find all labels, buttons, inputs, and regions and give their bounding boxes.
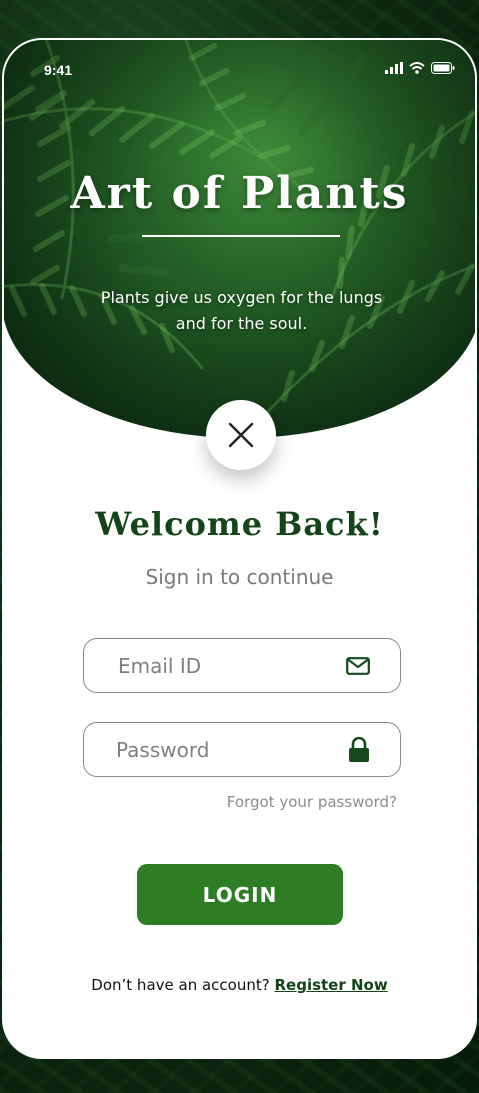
email-field — [83, 638, 401, 693]
close-icon — [228, 422, 254, 448]
signal-icon — [385, 62, 403, 74]
hero-banner — [4, 40, 475, 438]
mail-icon — [346, 656, 370, 675]
password-field — [83, 722, 401, 777]
status-bar: 9:41 — [4, 40, 475, 96]
phone-screen: 9:41 Art of Plants Plants give us oxygen… — [2, 38, 477, 1059]
app-title: Art of Plants — [70, 168, 409, 219]
welcome-subtitle: Sign in to continue — [145, 565, 334, 589]
close-button[interactable] — [206, 400, 276, 470]
hero-vignette — [4, 40, 475, 438]
hero-tagline: Plants give us oxygen for the lungs and … — [100, 288, 383, 333]
battery-icon — [431, 62, 455, 74]
welcome-heading: Welcome Back! — [95, 505, 384, 543]
login-button[interactable]: LOGIN — [137, 864, 343, 925]
register-prompt-text: Don’t have an account? — [91, 976, 270, 994]
title-divider — [142, 235, 340, 237]
status-icons — [385, 62, 455, 74]
register-now-link[interactable]: Register Now — [274, 976, 387, 994]
lock-icon — [348, 736, 370, 763]
wifi-icon — [409, 62, 425, 74]
status-time: 9:41 — [44, 62, 73, 78]
forgot-password-link[interactable]: Forgot your password? — [227, 793, 397, 811]
register-prompt-row: Don’t have an account? Register Now — [4, 976, 475, 994]
